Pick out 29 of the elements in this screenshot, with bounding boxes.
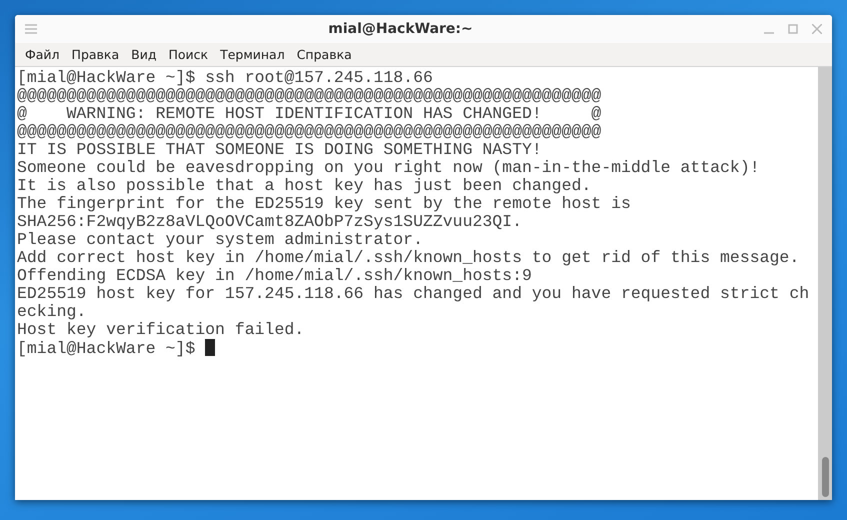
menu-item[interactable]: Терминал <box>214 45 291 64</box>
terminal-line: Host key verification failed. <box>17 321 306 339</box>
terminal-line: It is also possible that a host key has just been changed. <box>17 177 592 195</box>
window-title: mial@HackWare:~ <box>327 21 474 37</box>
terminal-line: IT IS POSSIBLE THAT SOMEONE IS DOING SOMETHING NASTY! <box>17 141 543 159</box>
terminal-line: @@@@@@@@@@@@@@@@@@@@@@@@@@@@@@@@@@@@@@@@@@@@@@@@@@@@@@@@@@@ <box>17 123 602 141</box>
terminal-line: ED25519 host key for 157.245.118.66 has changed and you have requested strict ch <box>17 285 810 303</box>
scrollbar-thumb[interactable] <box>822 457 828 497</box>
text-cursor <box>205 339 216 356</box>
close-icon[interactable] <box>812 24 822 34</box>
terminal-line: @ WARNING: REMOTE HOST IDENTIFICATION HAS CHANGED! @ <box>17 105 602 123</box>
terminal-line: @@@@@@@@@@@@@@@@@@@@@@@@@@@@@@@@@@@@@@@@@@@@@@@@@@@@@@@@@@@ <box>17 87 602 105</box>
terminal-line: The fingerprint for the ED25519 key sent by the remote host is <box>17 195 632 213</box>
menu-item[interactable]: Правка <box>66 45 126 64</box>
maximize-icon[interactable] <box>788 24 798 34</box>
terminal-line: [mial@HackWare ~]$ ssh root@157.245.118.66 <box>17 69 434 87</box>
terminal-line: SHA256:F2wqyB2z8aVLQoOVCamt8ZAObP7zSys1SUZZvuu23QI. <box>17 213 523 231</box>
terminal-line: Please contact your system administrator. <box>17 231 424 249</box>
scrollbar[interactable] <box>818 67 832 500</box>
terminal-prompt: [mial@HackWare ~]$ <box>17 339 196 358</box>
menu-item[interactable]: Вид <box>125 45 162 64</box>
terminal-line: Someone could be eavesdropping on you right now (man-in-the-middle attack)! <box>17 159 761 177</box>
terminal-line: Offending ECDSA key in /home/mial/.ssh/known_hosts:9 <box>17 267 533 285</box>
menu-item[interactable]: Поиск <box>162 45 214 64</box>
menu-icon[interactable] <box>25 24 37 34</box>
terminal-line: ecking. <box>17 303 88 321</box>
menu-item[interactable]: Файл <box>19 45 66 64</box>
menu-item[interactable]: Справка <box>290 45 358 64</box>
terminal-line: Add correct host key in /home/mial/.ssh/known_hosts to get rid of this message. <box>17 249 800 267</box>
